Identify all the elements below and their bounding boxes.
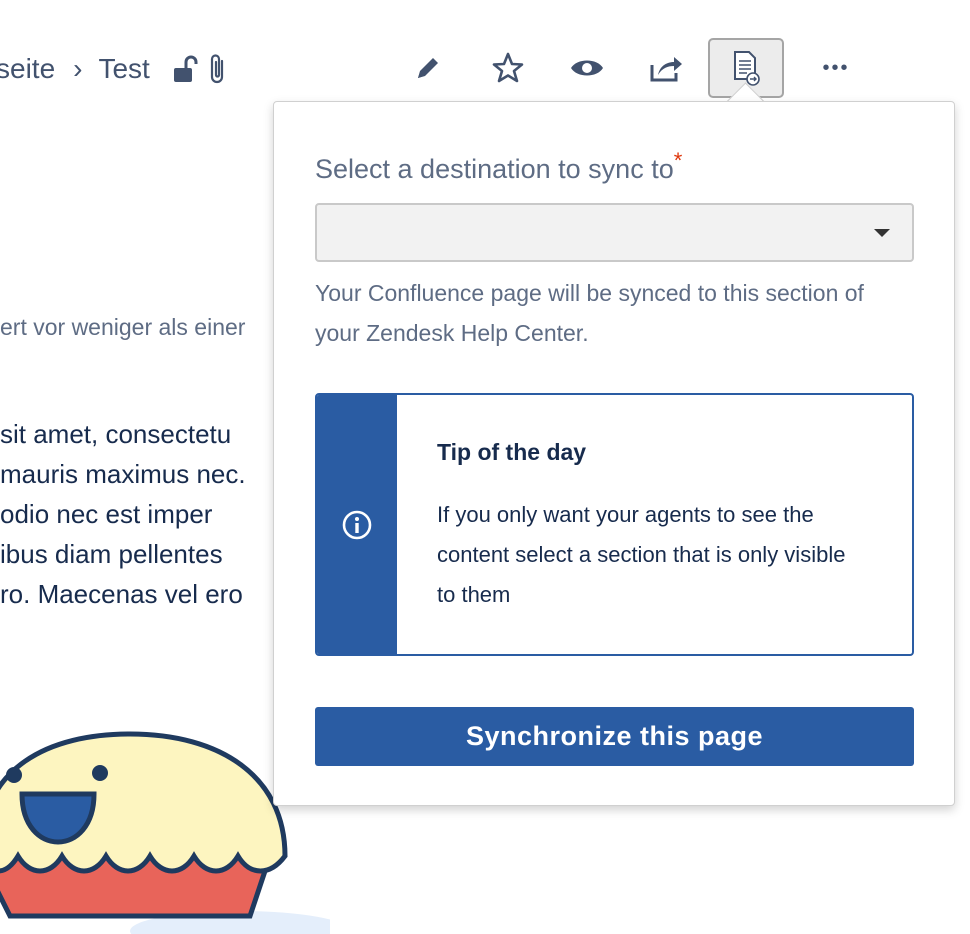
destination-label: Select a destination to sync to* <box>315 148 683 184</box>
body-line: odio nec est imper <box>0 499 213 529</box>
caret-down-icon <box>874 229 890 237</box>
info-icon <box>342 510 372 539</box>
star-icon <box>492 52 524 83</box>
body-line: sit amet, consectetu <box>0 419 232 449</box>
eye-icon <box>571 60 603 76</box>
required-indicator: * <box>673 148 683 173</box>
edit-button[interactable] <box>390 38 466 98</box>
tip-sidebar <box>317 395 397 654</box>
breadcrumb-current-link[interactable]: Test <box>98 53 149 85</box>
tip-text: If you only want your agents to see the … <box>437 502 846 607</box>
destination-select[interactable] <box>315 203 914 262</box>
body-line: mauris maximus nec. <box>0 459 246 489</box>
star-button[interactable] <box>470 38 546 98</box>
pencil-icon <box>418 58 438 78</box>
watch-button[interactable] <box>549 38 625 98</box>
synchronize-button[interactable]: Synchronize this page <box>315 707 914 766</box>
breadcrumb: seite › Test <box>0 44 228 94</box>
page-body: sit amet, consectetu mauris maximus nec.… <box>0 414 300 614</box>
zendesk-sync-icon <box>734 51 760 86</box>
body-line: ibus diam pellentes <box>0 539 223 569</box>
page-metadata: ert vor weniger als einer <box>0 314 246 340</box>
share-icon <box>650 57 682 82</box>
unlock-icon[interactable] <box>172 54 198 84</box>
more-icon: ••• <box>822 56 850 79</box>
breadcrumb-parent-link[interactable]: seite <box>0 53 55 85</box>
tip-title: Tip of the day <box>437 439 587 465</box>
attachment-icon[interactable] <box>208 53 228 85</box>
body-line: ro. Maecenas vel ero <box>0 579 243 609</box>
tip-of-the-day: Tip of the day If you only want your age… <box>315 393 914 656</box>
breadcrumb-separator: › <box>73 53 83 84</box>
share-button[interactable] <box>628 38 704 98</box>
more-actions-button[interactable]: ••• <box>798 38 874 98</box>
destination-help-text: Your Confluence page will be synced to t… <box>315 280 864 346</box>
confluence-page: seite › Test ••• ert vor weniger als ein… <box>0 0 970 934</box>
sync-popover: Select a destination to sync to* Your Co… <box>273 101 955 806</box>
page-toolbar: ••• <box>390 38 870 102</box>
